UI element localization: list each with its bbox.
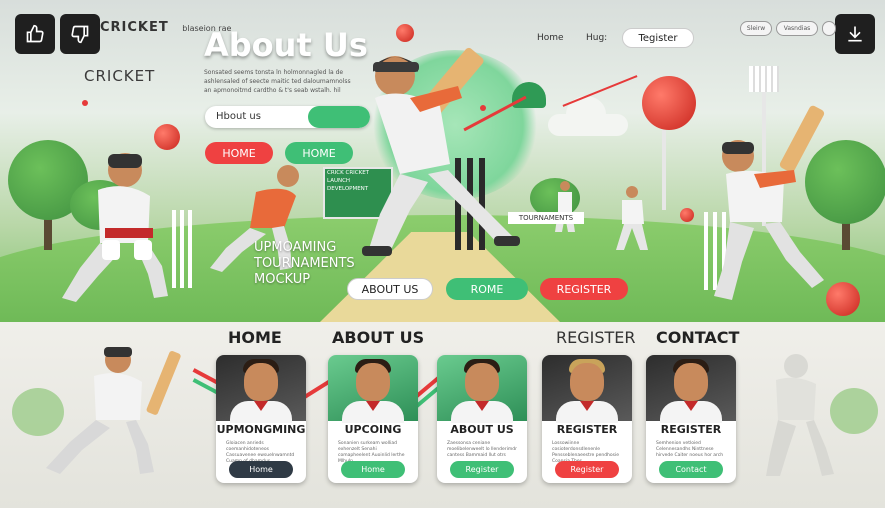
nav-register-button[interactable]: Tegister [622,28,694,48]
card-button[interactable]: Register [450,461,514,478]
batsman-bottom-right [766,354,834,476]
about-us-button[interactable]: ABOUT US [347,278,433,300]
avatar [244,363,278,401]
download-icon [848,26,862,42]
card-button[interactable]: Home [229,461,293,478]
batsman-right [714,105,825,300]
about-search-bar[interactable]: Hbout us [205,106,370,128]
hero-banner: CRICK CRICKET LAUNCH DEVELOPMENT [0,0,885,322]
cricket-ball [680,208,694,222]
cricket-label: CRICKET [84,67,156,85]
card-register: REGISTER Lossowiinne cosioterdonsdlenenl… [542,355,632,483]
section-heading-about: ABOUT US [332,328,425,347]
card-upcoming: UPMONGMING Gloiacen anrieds coemanhidote… [216,355,306,483]
thumbs-up-button[interactable] [15,14,55,54]
hero-subtitle: Sonsated seems tonsta ln holmonnagled la… [204,69,351,94]
card-upcoming-2: UPCOING Sonanien surkeam wolliad exhenze… [328,355,418,483]
home-button-green[interactable]: HOME [285,142,353,164]
home-button-red[interactable]: HOME [205,142,273,164]
nav-home[interactable]: Home [537,33,564,43]
card-title: ABOUT US [450,423,514,436]
thumbs-down-button[interactable] [60,14,100,54]
card-button[interactable]: Contact [659,461,723,478]
tournaments-label: TOURNAMENTS [508,212,584,224]
nav-small-button-1[interactable]: Sleirw [740,21,772,36]
cricket-ball [154,124,180,150]
avatar [356,363,390,401]
wicket-stump [188,210,192,288]
rome-button[interactable]: ROME [446,278,528,300]
avatar [465,363,499,401]
upcoming-tournaments-text: UPMOAMING TOURNAMENTS MOCKUP [254,240,355,287]
card-title: UPCOING [344,423,402,436]
card-title: REGISTER [556,423,618,436]
card-button[interactable]: Register [555,461,619,478]
batsman-main [362,47,520,256]
thumbs-down-icon [71,25,89,44]
card-button[interactable]: Home [341,461,405,478]
card-title: REGISTER [660,423,722,436]
card-description: Semhenion vetloied Celennesandhs Ninttne… [656,441,724,458]
wicket-stump [180,210,184,288]
section-heading-home: HOME [228,328,282,347]
nav-hug[interactable]: Hug: [586,33,607,43]
nav-small-button-2[interactable]: Vasndias [776,21,818,36]
section-heading-register: REGISTER [556,328,636,347]
register-button[interactable]: REGISTER [540,278,628,300]
avatar [674,363,708,401]
card-title: UPMONGMING [216,423,306,436]
search-go-button[interactable] [308,106,370,128]
card-description: Zaessonsa ceniane moelibelenweelt lo lle… [447,441,517,458]
avatar [570,363,604,401]
download-button[interactable] [835,14,875,54]
card-about-us: ABOUT US Zaessonsa ceniane moelibelenwee… [437,355,527,483]
floodlight-mid [662,130,666,210]
card-contact: REGISTER Semhenion vetloied Celennesandh… [646,355,736,483]
page-title: About Us [204,26,368,64]
search-text: Hbout us [216,111,261,122]
nav-small-button-3[interactable] [822,21,836,36]
batsman-bottom-left [46,347,181,474]
wicketkeeper [62,153,168,302]
distant-player [616,186,648,250]
thumbs-up-icon [26,24,44,43]
section-heading-contact: CONTACT [656,328,740,347]
cricket-ball [642,76,696,130]
distant-player [555,181,575,232]
cloud [548,96,628,136]
decor-dot [82,100,88,106]
brand-name: CRICKET [100,20,169,35]
